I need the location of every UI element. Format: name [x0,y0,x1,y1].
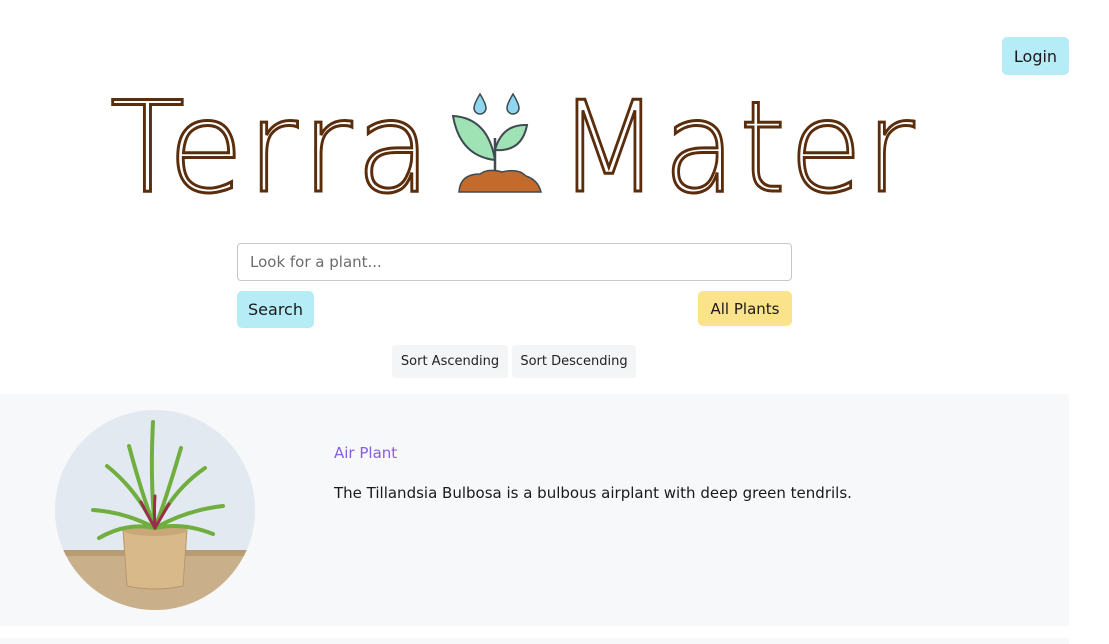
login-button[interactable]: Login [1002,37,1069,75]
search-button[interactable]: Search [237,291,314,328]
sprout-icon [451,92,542,193]
terra-mater-logo: Terra Mater [110,88,920,198]
plant-description: The Tillandsia Bulbosa is a bulbous airp… [334,484,852,502]
sort-ascending-button[interactable]: Sort Ascending [392,345,508,378]
plant-card: Air Plant The Tillandsia Bulbosa is a bu… [0,394,1069,626]
sort-descending-button[interactable]: Sort Descending [512,345,636,378]
page: Login Terra Mater Search All Plants Sort… [0,0,1109,644]
all-plants-button[interactable]: All Plants [698,291,792,326]
next-card-edge [0,638,1069,644]
plant-image [55,410,255,610]
logo-text-mater: Mater [558,88,918,198]
plant-name-link[interactable]: Air Plant [334,444,397,462]
search-input[interactable] [237,243,792,281]
logo-text-terra: Terra [110,88,435,198]
